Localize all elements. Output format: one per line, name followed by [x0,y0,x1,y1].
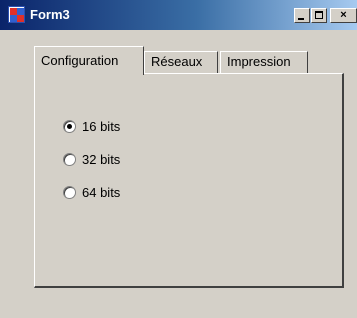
minimize-icon [298,18,304,20]
maximize-button[interactable] [311,8,327,23]
maximize-icon [315,11,323,19]
radio-label: 32 bits [82,152,121,167]
tab-impression[interactable]: Impression [220,51,308,73]
tab-label: Réseaux [151,54,203,69]
radio-label: 64 bits [82,185,121,200]
radio-option-32-bits[interactable]: 32 bits [63,151,120,169]
app-icon[interactable] [8,6,25,23]
title-bar[interactable]: Form3 × [0,0,357,30]
close-button[interactable]: × [330,8,357,23]
radio-option-16-bits[interactable]: 16 bits [63,118,120,136]
tab-configuration[interactable]: Configuration [34,46,144,75]
radio-label: 16 bits [82,119,121,134]
tab-label: Configuration [41,53,119,68]
radio-button[interactable] [63,186,76,200]
tab-reseaux[interactable]: Réseaux [144,51,218,73]
window-title: Form3 [30,7,70,22]
radio-button[interactable] [63,120,76,134]
close-icon: × [340,9,347,21]
minimize-button[interactable] [294,8,310,23]
radio-option-64-bits[interactable]: 64 bits [63,184,120,202]
radio-button[interactable] [63,153,76,167]
form-window: Form3 × Configuration Réseaux Impression… [0,0,357,318]
tab-panel-configuration: 16 bits 32 bits 64 bits [34,73,344,288]
tab-label: Impression [227,54,291,69]
